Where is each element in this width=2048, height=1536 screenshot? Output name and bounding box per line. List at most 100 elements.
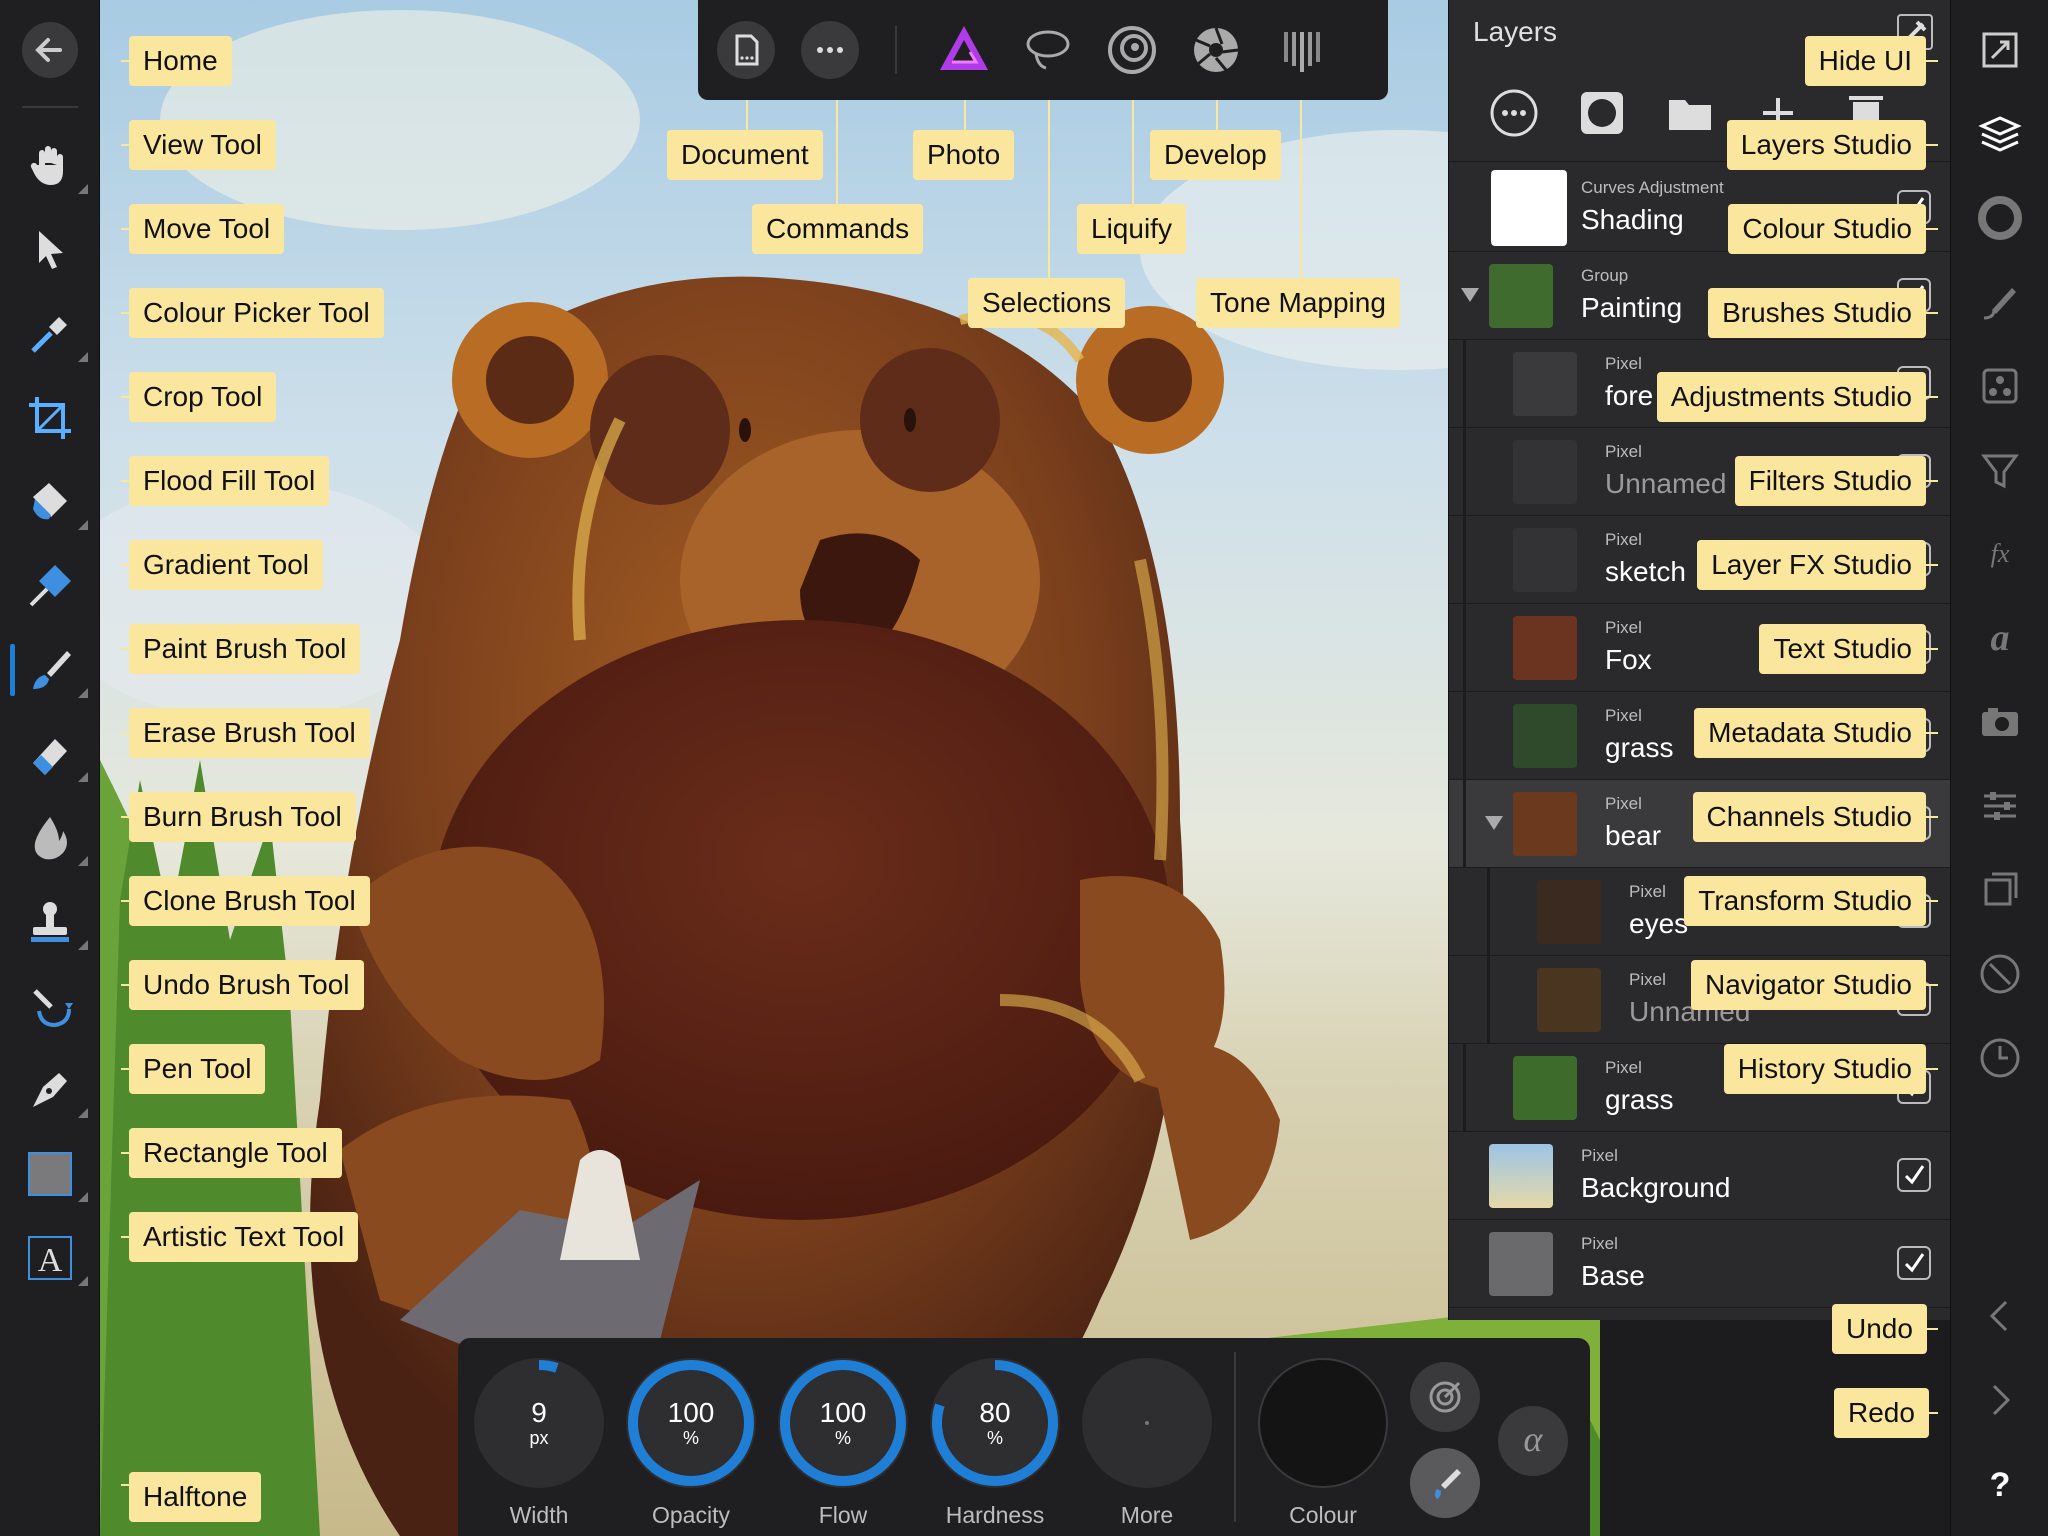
gradient-tool[interactable] [18, 554, 82, 618]
layer-visibility-checkbox[interactable] [1897, 1158, 1931, 1192]
swirl-icon [1108, 26, 1156, 74]
callout-transform-studio: Transform Studio [1684, 876, 1926, 926]
pen-nib-icon [33, 1073, 67, 1107]
colour-picker-tool[interactable] [18, 302, 88, 366]
disclosure-triangle-icon[interactable] [1485, 816, 1503, 830]
tone-mapping-persona-button[interactable] [1270, 20, 1330, 80]
flood-fill-tool[interactable] [18, 470, 88, 534]
wet-edges-button[interactable] [1410, 1448, 1480, 1518]
assistant-button[interactable]: α [1498, 1406, 1568, 1476]
callout-artistic-text: Artistic Text Tool [129, 1212, 359, 1262]
layer-visibility-checkbox[interactable] [1897, 1246, 1931, 1280]
callout-selections: Selections [968, 278, 1126, 328]
help-button[interactable]: ? [1951, 1452, 2048, 1516]
brush-drop-icon [1435, 1469, 1461, 1499]
crop-tool[interactable] [18, 386, 82, 450]
flow-dial[interactable]: 100 % [778, 1358, 908, 1488]
context-divider [1234, 1352, 1236, 1522]
burn-brush-tool[interactable] [18, 806, 88, 870]
layer-fx-studio-button[interactable]: fx [1951, 522, 2048, 586]
colour-studio-button[interactable] [1951, 186, 2048, 250]
liquify-persona-button[interactable] [1102, 20, 1162, 80]
develop-leader [1216, 100, 1218, 132]
commands-button[interactable] [800, 20, 860, 80]
layer-name: Background [1581, 1172, 1731, 1203]
channels-studio-button[interactable] [1951, 774, 2048, 838]
paint-brush-tool[interactable] [10, 638, 88, 702]
layer-row[interactable]: Pixel Background [1449, 1132, 1951, 1220]
tone-mapping-leader [1300, 100, 1302, 280]
callout-erase-brush: Erase Brush Tool [129, 708, 370, 758]
redo-button[interactable] [1951, 1368, 2048, 1432]
layer-type: Curves Adjustment [1581, 178, 1724, 197]
layer-thumbnail [1513, 1056, 1577, 1120]
sliders-icon [1984, 792, 2016, 820]
studio-callout-leader [1924, 732, 1938, 734]
context-toolbar: 9 px Width 100 % Opacity 100 % Flow 80 %… [458, 1338, 1590, 1536]
layer-thumbnail [1513, 616, 1577, 680]
pen-tool[interactable] [18, 1058, 88, 1122]
view-tool[interactable] [18, 134, 88, 198]
develop-persona-button[interactable] [1186, 20, 1246, 80]
studio-callout-leader [1924, 396, 1938, 398]
force-pressure-button[interactable] [1410, 1362, 1480, 1432]
hardness-dial[interactable]: 80 % [930, 1358, 1060, 1488]
layer-thumbnail [1489, 1144, 1553, 1208]
studio-callout-leader [1924, 984, 1938, 986]
adjustments-studio-button[interactable] [1951, 354, 2048, 418]
opacity-label: Opacity [652, 1502, 730, 1528]
rectangle-icon [28, 1152, 72, 1196]
layer-options-button[interactable] [1485, 84, 1543, 142]
opacity-dial[interactable]: 100 % [626, 1358, 756, 1488]
document-button[interactable] [716, 20, 776, 80]
filters-studio-button[interactable] [1951, 438, 2048, 502]
layer-row[interactable]: Pixel Base [1449, 1220, 1951, 1308]
layer-type: Pixel [1605, 618, 1642, 637]
more-button[interactable] [1082, 1358, 1212, 1488]
expand-icon [1982, 32, 2018, 68]
colour-swatch[interactable] [1258, 1358, 1388, 1488]
width-dial[interactable]: 9 px [474, 1358, 604, 1488]
metadata-studio-button[interactable] [1951, 690, 2048, 754]
rectangle-tool[interactable] [18, 1142, 88, 1206]
clone-brush-tool[interactable] [18, 890, 88, 954]
indent-guide [1463, 692, 1466, 780]
indent-guide [1463, 780, 1466, 868]
add-group-button[interactable] [1661, 84, 1719, 142]
hide-ui-button[interactable] [1951, 18, 2048, 82]
colour-wheel-icon [1978, 196, 2022, 240]
home-button[interactable] [18, 18, 82, 82]
callout-commands: Commands [752, 204, 924, 254]
navigator-studio-button[interactable] [1951, 942, 2048, 1006]
layers-studio-button[interactable] [1951, 102, 2048, 166]
history-studio-button[interactable] [1951, 1026, 2048, 1090]
callout-colour-studio: Colour Studio [1728, 204, 1926, 254]
transform-icon [1984, 872, 2018, 906]
studio-callout-leader [1924, 816, 1938, 818]
move-tool[interactable] [18, 218, 82, 282]
flow-progress-arc [780, 1360, 906, 1486]
toolbar-divider [22, 106, 78, 108]
eraser-icon [33, 739, 67, 775]
studio-callout-leader [1924, 1068, 1938, 1070]
more-icon [801, 21, 859, 79]
callout-text-studio: Text Studio [1759, 624, 1926, 674]
disclosure-triangle-icon[interactable] [1461, 288, 1479, 302]
brush-icon [33, 651, 71, 689]
layer-name: Base [1581, 1260, 1645, 1291]
layer-thumbnail [1513, 792, 1577, 856]
text-studio-button[interactable]: a [1951, 606, 2048, 670]
add-mask-button[interactable] [1573, 84, 1631, 142]
undo-button[interactable] [1951, 1284, 2048, 1348]
bucket-icon [33, 483, 67, 520]
erase-brush-tool[interactable] [18, 722, 88, 786]
undo-brush-tool[interactable] [18, 974, 82, 1038]
selections-persona-button[interactable] [1018, 20, 1078, 80]
photo-persona-button[interactable] [934, 20, 994, 80]
svg-text:?: ? [1990, 1466, 2011, 1504]
layer-type: Pixel [1605, 706, 1642, 725]
brushes-studio-button[interactable] [1951, 270, 2048, 334]
lasso-icon [1026, 30, 1070, 70]
artistic-text-tool[interactable]: A [18, 1226, 88, 1290]
transform-studio-button[interactable] [1951, 858, 2048, 922]
